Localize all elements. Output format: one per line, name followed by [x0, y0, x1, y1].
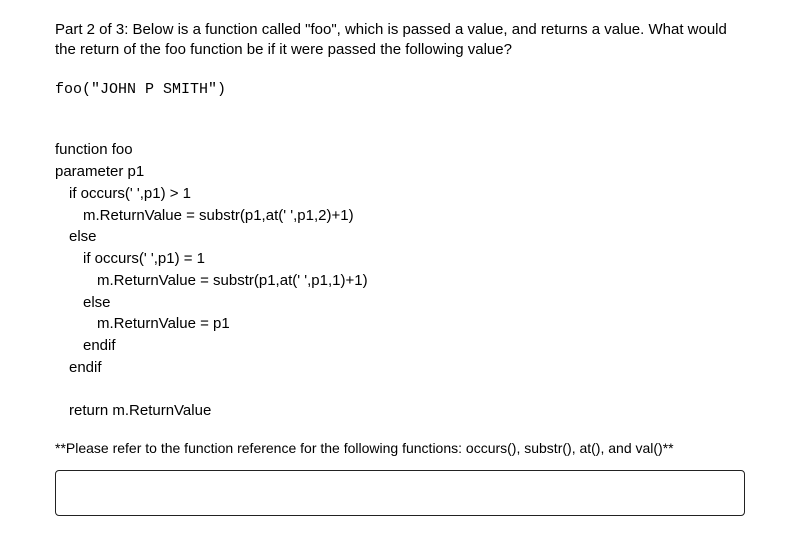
code-line: endif: [55, 357, 102, 379]
code-line: return m.ReturnValue: [55, 400, 211, 422]
function-call: foo("JOHN P SMITH"): [55, 81, 745, 98]
code-line: else: [55, 226, 97, 248]
answer-input[interactable]: [55, 470, 745, 516]
code-line: if occurs(' ',p1) > 1: [55, 183, 191, 205]
code-line: else: [55, 292, 111, 314]
code-line: parameter p1: [55, 163, 144, 180]
question-intro: Part 2 of 3: Below is a function called …: [55, 20, 745, 61]
code-line: m.ReturnValue = substr(p1,at(' ',p1,1)+1…: [55, 270, 368, 292]
reference-note: **Please refer to the function reference…: [55, 440, 745, 456]
code-line: endif: [55, 335, 116, 357]
code-line: m.ReturnValue = substr(p1,at(' ',p1,2)+1…: [55, 205, 354, 227]
code-block: function foo parameter p1 if occurs(' ',…: [55, 118, 745, 423]
code-line: function foo: [55, 141, 133, 158]
code-line: if occurs(' ',p1) = 1: [55, 248, 205, 270]
code-line: m.ReturnValue = p1: [55, 313, 230, 335]
